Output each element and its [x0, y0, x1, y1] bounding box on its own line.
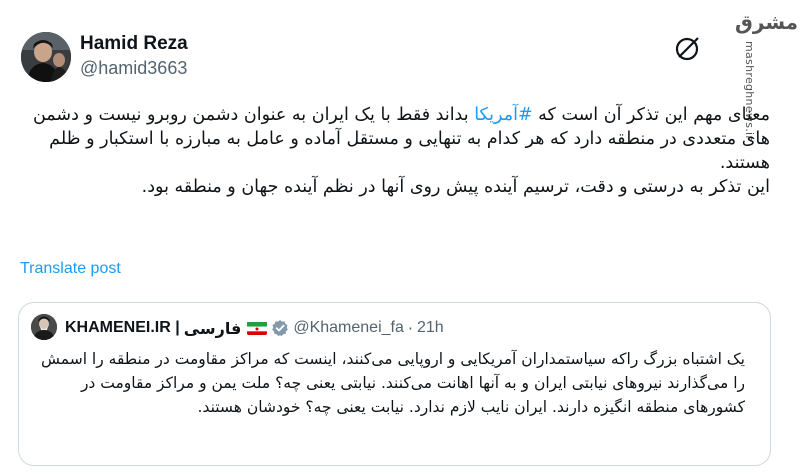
tweet-paragraph-1: معنای مهم این تذکر آن است که #آمریکا بدا… — [20, 103, 770, 175]
quoted-name[interactable]: KHAMENEI.IR | — [65, 319, 180, 337]
author-avatar-image — [21, 32, 71, 82]
quoted-header: KHAMENEI.IR | فارسی @Khamenei_fa · 21h — [65, 317, 444, 339]
iran-flag-icon — [247, 321, 268, 335]
watermark-logo: مشرق — [735, 10, 799, 34]
quoted-avatar — [31, 314, 57, 340]
quoted-separator: · — [407, 318, 413, 338]
quoted-text: یک اشتباه بزرگ راکه سیاستمداران آمریکایی… — [40, 350, 745, 416]
quoted-handle[interactable]: @Khamenei_fa — [293, 319, 404, 337]
hashtag-link[interactable]: #آمریکا — [474, 105, 532, 125]
quoted-name-fa[interactable]: فارسی — [184, 319, 242, 338]
tweet-paragraph-2: این تذکر به درستی و دقت، ترسیم آینده پیش… — [141, 177, 770, 197]
quoted-timestamp[interactable]: 21h — [417, 319, 444, 337]
tweet-text-part-1: معنای مهم این تذکر آن است که — [532, 105, 770, 125]
translate-post-link[interactable]: Translate post — [20, 260, 121, 278]
quoted-tweet[interactable]: KHAMENEI.IR | فارسی @Khamenei_fa · 21h ی… — [18, 302, 771, 466]
grok-button[interactable] — [667, 29, 707, 69]
author-avatar[interactable] — [21, 32, 71, 82]
author-handle[interactable]: @hamid3663 — [80, 58, 187, 79]
author-name[interactable]: Hamid Reza — [80, 33, 188, 55]
grok-icon — [675, 37, 699, 61]
tweet-text: معنای مهم این تذکر آن است که #آمریکا بدا… — [20, 103, 770, 199]
quoted-avatar-image — [31, 314, 57, 340]
verified-badge-icon[interactable] — [271, 319, 289, 337]
